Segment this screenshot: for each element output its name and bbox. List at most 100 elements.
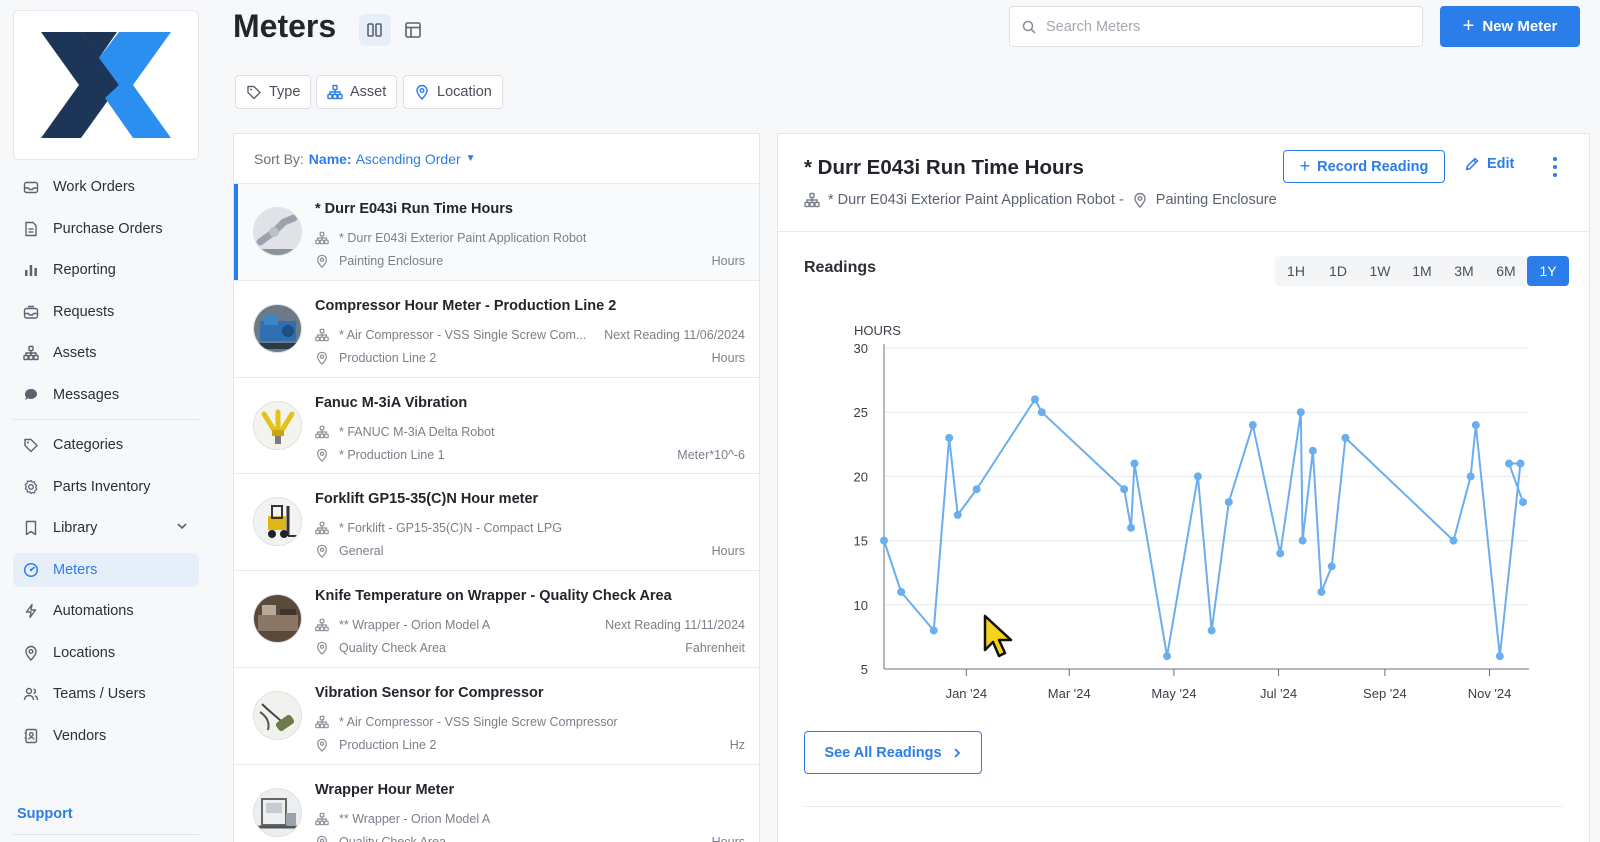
sidebar-item-requests[interactable]: Requests [13, 295, 199, 329]
data-point [929, 626, 938, 635]
edit-button[interactable]: Edit [1464, 156, 1514, 172]
data-point [1037, 408, 1046, 417]
table-view-icon [405, 22, 421, 38]
meter-asset-line: * Air Compressor - VSS Single Screw Com.… [315, 328, 586, 342]
meter-list-item[interactable]: * Durr E043i Run Time Hours * Durr E043i … [234, 184, 759, 281]
sidebar-item-label: Requests [53, 303, 115, 320]
data-point [1317, 587, 1326, 596]
split-view-button[interactable] [359, 14, 391, 46]
data-point [1207, 626, 1216, 635]
meter-list: * Durr E043i Run Time Hours * Durr E043i … [234, 184, 759, 842]
support-link[interactable]: Support [17, 806, 73, 822]
meter-asset: * Air Compressor - VSS Single Screw Com.… [339, 327, 587, 342]
filter-location[interactable]: Location [403, 75, 503, 109]
see-all-readings-button[interactable]: See All Readings [804, 731, 982, 774]
asset-hierarchy-icon [804, 192, 820, 208]
range-1d[interactable]: 1D [1317, 256, 1359, 286]
sidebar-item-work-orders[interactable]: Work Orders [13, 170, 199, 204]
detail-asset-link[interactable]: * Durr E043i Exterior Paint Application … [828, 192, 1124, 208]
sidebar-item-categories[interactable]: Categories [13, 428, 199, 462]
divider [778, 231, 1589, 232]
divider [804, 806, 1563, 807]
data-point [1495, 652, 1504, 661]
lightning-icon [21, 601, 41, 621]
sidebar-item-teams-users[interactable]: Teams / Users [13, 677, 199, 711]
sidebar-item-messages[interactable]: Messages [13, 378, 199, 412]
chevron-right-icon [952, 747, 962, 759]
meter-list-item[interactable]: Fanuc M-3iA Vibration * FANUC M-3iA Delta… [234, 378, 759, 475]
detail-location-link[interactable]: Painting Enclosure [1156, 192, 1277, 208]
chevron-down-icon[interactable] [175, 519, 189, 537]
asset-hierarchy-icon [327, 84, 343, 100]
location-pin-icon [21, 643, 41, 663]
meter-asset-line: * Air Compressor - VSS Single Screw Comp… [315, 715, 618, 729]
sort-control[interactable]: Sort By: Name: Ascending Order ▼ [234, 134, 759, 184]
filter-type-label: Type [269, 84, 301, 100]
bookmark-icon [21, 518, 41, 538]
new-meter-button[interactable]: + New Meter [1440, 6, 1580, 47]
range-1y[interactable]: 1Y [1527, 256, 1569, 286]
range-1w[interactable]: 1W [1359, 256, 1401, 286]
meter-list-item[interactable]: Wrapper Hour Meter ** Wrapper - Orion Mod… [234, 765, 759, 842]
data-point [1516, 459, 1525, 468]
gear-icon [21, 477, 41, 497]
meter-list-item[interactable]: Compressor Hour Meter - Production Line … [234, 281, 759, 378]
asset-hierarchy-icon [315, 425, 329, 439]
y-axis-label: HOURS [854, 323, 901, 338]
assets-icon [21, 343, 41, 363]
x-tick-label: Jul '24 [1260, 686, 1297, 701]
search-input[interactable] [1046, 18, 1386, 35]
edit-label: Edit [1487, 156, 1515, 172]
sidebar-item-meters[interactable]: Meters [13, 552, 199, 587]
meter-thumbnail [253, 303, 302, 353]
record-reading-button[interactable]: + Record Reading [1283, 150, 1445, 183]
sidebar-item-automations[interactable]: Automations [13, 594, 199, 628]
meter-asset-line: ** Wrapper - Orion Model A [315, 812, 490, 826]
meter-unit: Meter*10^-6 [677, 447, 745, 462]
app-root: Work Orders Purchase Orders Reporting Reque… [0, 0, 1600, 842]
sidebar-item-locations[interactable]: Locations [13, 636, 199, 670]
meter-title: Fanuc M-3iA Vibration [315, 394, 468, 411]
chevron-down-icon: ▼ [465, 153, 476, 164]
range-1h[interactable]: 1H [1275, 256, 1317, 286]
meter-next-reading: Next Reading 11/06/2024 [604, 327, 745, 342]
table-view-button[interactable] [397, 14, 429, 46]
new-meter-label: New Meter [1482, 18, 1558, 35]
meter-list-item[interactable]: Knife Temperature on Wrapper - Quality C… [234, 571, 759, 668]
location-pin-icon [1132, 192, 1148, 208]
vendor-icon [21, 726, 41, 746]
data-point [1276, 549, 1285, 558]
time-range-selector: 1H 1D 1W 1M 3M 6M 1Y [1275, 256, 1569, 286]
divider [13, 834, 199, 835]
meter-thumbnail [253, 400, 302, 450]
meter-list-item[interactable]: Vibration Sensor for Compressor * Air Com… [234, 668, 759, 765]
meter-asset: * FANUC M-3iA Delta Robot [339, 424, 495, 439]
data-point [1120, 485, 1129, 494]
sidebar-item-vendors[interactable]: Vendors [13, 719, 199, 753]
range-1m[interactable]: 1M [1401, 256, 1443, 286]
x-tick-label: Jan '24 [946, 686, 988, 701]
data-point [1224, 498, 1233, 507]
meter-thumbnail [253, 207, 302, 256]
location-pin-icon [315, 254, 329, 268]
sidebar-item-label: Categories [53, 437, 124, 453]
y-tick-label: 30 [854, 341, 868, 356]
data-point [1248, 421, 1257, 430]
location-pin-icon [315, 835, 329, 842]
sidebar-item-library[interactable]: Library [13, 511, 199, 545]
sidebar-item-reporting[interactable]: Reporting [13, 253, 199, 287]
logo[interactable] [13, 10, 199, 160]
meter-location-line: Production Line 2 [315, 351, 436, 365]
sidebar-item-assets[interactable]: Assets [13, 336, 199, 370]
filter-asset[interactable]: Asset [316, 75, 398, 109]
sidebar-item-label: Automations [53, 603, 134, 619]
more-options-icon[interactable] [1546, 154, 1564, 180]
range-3m[interactable]: 3M [1443, 256, 1485, 286]
sidebar-item-label: Locations [53, 644, 116, 661]
sidebar-item-parts-inventory[interactable]: Parts Inventory [13, 470, 199, 504]
detail-title: * Durr E043i Run Time Hours [804, 156, 1084, 179]
sidebar-item-purchase-orders[interactable]: Purchase Orders [13, 212, 199, 246]
filter-type[interactable]: Type [235, 75, 312, 109]
range-6m[interactable]: 6M [1485, 256, 1527, 286]
meter-list-item[interactable]: Forklift GP15-35(C)N Hour meter * Forklif… [234, 474, 759, 572]
